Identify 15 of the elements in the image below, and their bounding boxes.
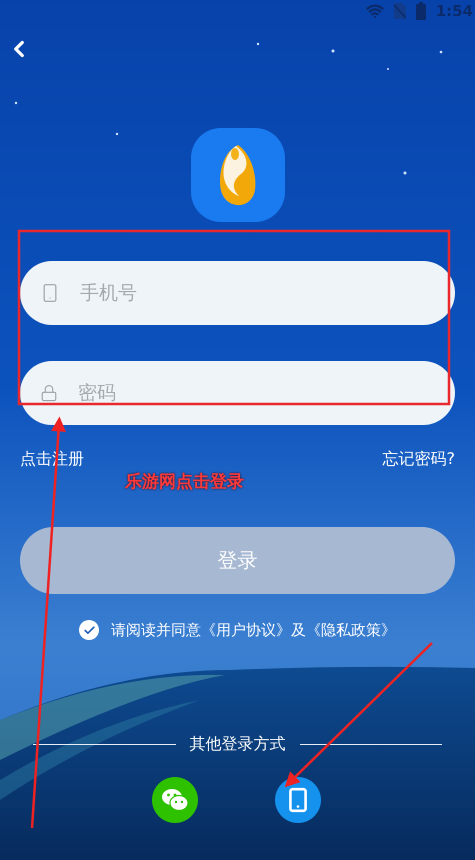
- chat-bubbles-icon: [161, 788, 189, 812]
- forgot-password-link[interactable]: 忘记密码?: [382, 449, 455, 470]
- password-input-field[interactable]: 密码: [76, 381, 435, 405]
- annotation-text: 乐游网点击登录: [125, 471, 244, 493]
- phone-field[interactable]: 手机号: [20, 261, 455, 325]
- lock-icon: [40, 384, 58, 402]
- other-login-label: 其他登录方式: [190, 734, 286, 755]
- battery-icon: [416, 2, 426, 20]
- phone-input-field[interactable]: 手机号: [78, 281, 435, 305]
- check-icon: [82, 624, 96, 636]
- wifi-icon: [366, 2, 384, 20]
- agreement-text: 请阅读并同意《用户协议》及《隐私政策》: [111, 620, 396, 640]
- status-time: 1:54: [436, 2, 473, 20]
- password-field[interactable]: 密码: [20, 361, 455, 425]
- seed-logo-icon: [218, 144, 256, 206]
